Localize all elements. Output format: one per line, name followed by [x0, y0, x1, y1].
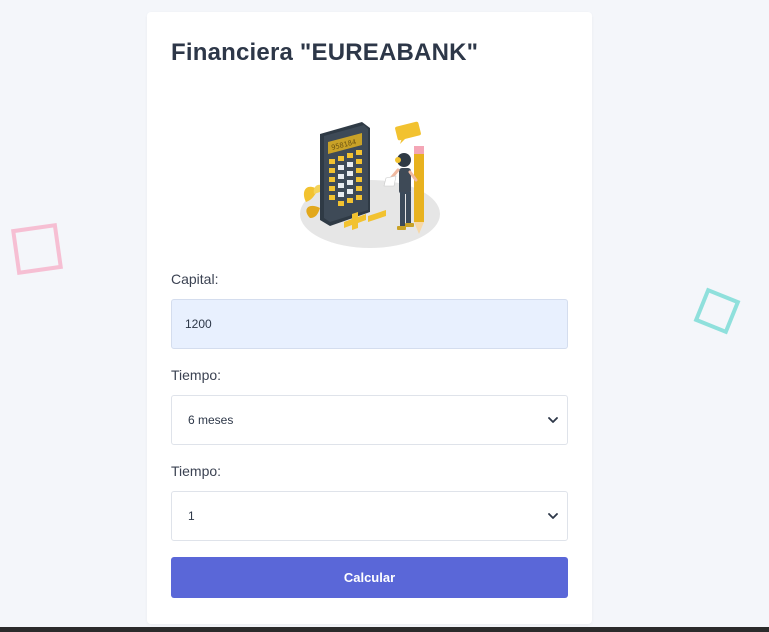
page-title: Financiera "EUREABANK": [171, 39, 479, 66]
tiempo-select-value: 6 meses: [188, 413, 234, 427]
tiempo-label-2: Tiempo:: [171, 463, 222, 479]
tiempo-select-2-value: 1: [188, 509, 195, 523]
decorative-square-teal: [693, 287, 741, 335]
chevron-down-icon: [547, 510, 559, 522]
bottom-bar: [0, 627, 769, 632]
calcular-button[interactable]: Calcular: [171, 557, 568, 598]
tiempo-select[interactable]: 6 meses: [171, 395, 568, 445]
calculator-illustration: 958184: [300, 121, 440, 248]
chevron-down-icon: [547, 414, 559, 426]
tiempo-label: Tiempo:: [171, 367, 222, 383]
capital-input-value: 1200: [185, 317, 212, 331]
decorative-square-pink: [11, 223, 63, 275]
capital-label: Capital:: [171, 271, 219, 287]
capital-input[interactable]: 1200: [171, 299, 568, 349]
form-card: Financiera "EUREABANK" 958184 Capital: 1…: [147, 12, 592, 624]
tiempo-select-2[interactable]: 1: [171, 491, 568, 541]
